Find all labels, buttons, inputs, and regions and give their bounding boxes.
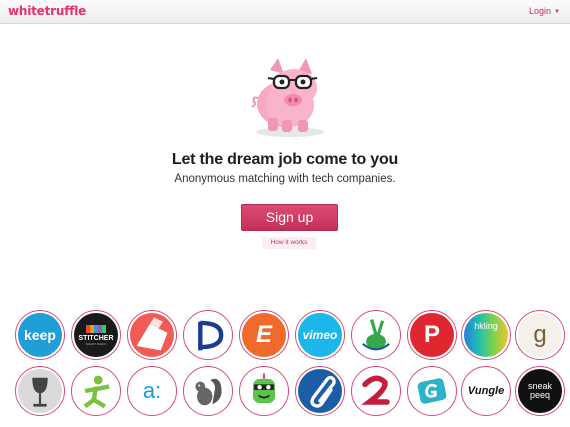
company-logo-g-tile: [407, 366, 457, 416]
company-logo-keep: keep: [15, 310, 65, 360]
company-logo-paperclip: [295, 366, 345, 416]
company-logo-goodreads: g: [515, 310, 565, 360]
vungle-logo-text: Vungle: [467, 384, 505, 397]
goodreads-logo-text: g: [533, 321, 547, 348]
hkling-logo-text: hkling: [474, 321, 498, 331]
rabbit-icon: [362, 319, 390, 351]
person-figure-icon: [83, 375, 110, 409]
pinterest-logo-text: P: [423, 321, 440, 348]
paperclip-icon: [310, 375, 336, 408]
how-it-works-link[interactable]: How it works: [262, 237, 316, 249]
company-logo-figure: [71, 366, 121, 416]
hero-headline: Let the dream job come to you: [171, 151, 399, 168]
company-logo-d: [183, 310, 233, 360]
vimeo-logo-text: vimeo: [302, 328, 338, 342]
top-navigation-bar: whitetruffle Login ▼: [0, 0, 570, 24]
squirrel-icon: [195, 378, 222, 406]
company-logo-wineglass: [15, 366, 65, 416]
login-label: Login: [529, 6, 552, 16]
company-logo-appnexus: a:: [127, 366, 177, 416]
company-logo-vimeo: vimeo: [295, 310, 345, 360]
company-logo-monster: [239, 366, 289, 416]
stitcher-stripes-icon: [86, 324, 106, 333]
e-logo-text: E: [255, 321, 272, 348]
z-swirl-icon: [361, 375, 390, 405]
chevron-down-icon: ▼: [554, 9, 560, 15]
g-tile-icon: [417, 378, 447, 404]
wine-glass-icon: [32, 377, 48, 407]
company-logo-e: E: [239, 310, 289, 360]
monster-mascot-icon: [253, 373, 275, 404]
company-logo-hkling: hkling: [461, 310, 511, 360]
company-logo-z: [351, 366, 401, 416]
company-logo-squirrel: [183, 366, 233, 416]
login-menu[interactable]: Login ▼: [529, 6, 560, 16]
appnexus-logo-text: a:: [142, 378, 162, 403]
company-logo-vungle: Vungle: [461, 366, 511, 416]
hero-subheadline: Anonymous matching with tech companies.: [174, 173, 396, 185]
keep-logo-text: keep: [24, 327, 56, 343]
stitcher-sub-text: SMART RADIO: [85, 341, 107, 346]
sneakpeeq-logo-text-bottom: peeq: [529, 390, 551, 400]
stitcher-logo-text: STITCHER: [78, 334, 114, 342]
company-logo-hand: [127, 310, 177, 360]
company-logo-pinterest: P: [407, 310, 457, 360]
brand-logo-text[interactable]: whitetruffle: [8, 4, 86, 18]
company-logo-sneakpeeq: sneak peeq: [515, 366, 565, 416]
pig-mascot-illustration: [240, 48, 336, 144]
company-logo-rabbit: [351, 310, 401, 360]
company-logo-stitcher: STITCHER SMART RADIO: [71, 310, 121, 360]
hand-icon: [136, 317, 168, 351]
d-letter-icon: [198, 320, 224, 351]
signup-button[interactable]: Sign up: [241, 204, 338, 231]
